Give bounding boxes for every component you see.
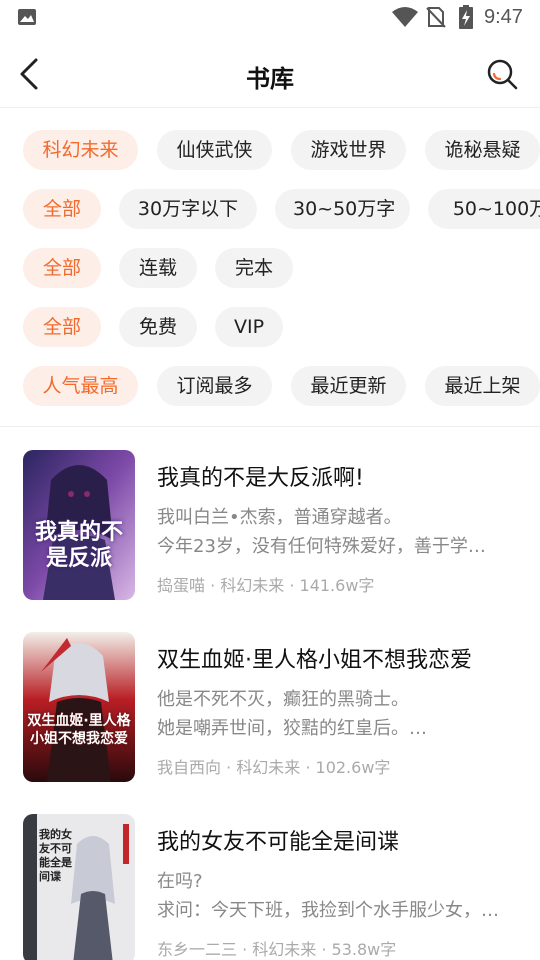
book-cover-title: 我真的不是反派 [34,520,123,571]
book-cover-art [23,632,135,782]
filter-chip-category-game[interactable]: 游戏世界 [291,130,406,170]
filter-chip-category-sci-fi[interactable]: 科幻未来 [23,130,138,170]
sort-chip-most-subscribed[interactable]: 订阅最多 [157,366,272,406]
book-cover[interactable]: 我的女友不可能全是间谍 [23,814,135,960]
filter-chip-category-mystery[interactable]: 诡秘悬疑 [425,130,540,170]
book-list-item[interactable]: 双生血姬·里人格小姐不想我恋爱 双生血姬·里人格小姐不想我恋爱 他是不死不灭，癫… [0,632,540,784]
book-meta: 我自西向 · 科幻未来 · 102.6w字 [157,758,391,777]
book-description-line: 今年23岁，没有任何特殊爱好，善于学… [157,536,486,557]
filter-chip-status-ongoing[interactable]: 连载 [119,248,197,288]
wifi-icon [392,7,418,27]
battery-charging-icon [459,5,473,29]
book-description-line: 他是不死不灭，癫狂的黑骑士。 [157,689,409,710]
book-list-item[interactable]: 我真的不是反派 我真的不是大反派啊! 我叫白兰•杰索，普通穿越者。 今年23岁，… [0,450,540,602]
status-bar: 9:47 [0,0,540,36]
filter-chip-words-under-300k[interactable]: 30万字以下 [119,189,257,229]
book-list-item[interactable]: 我的女友不可能全是间谍 我的女友不可能全是间谍 在吗? 求问：今天下班，我捡到个… [0,814,540,960]
book-description-line: 她是嘲弄世间，狡黠的红皇后。… [157,718,427,739]
sort-chip-popular[interactable]: 人气最高 [23,366,138,406]
filter-chip-status-completed[interactable]: 完本 [215,248,293,288]
book-cover-title: 双生血姬·里人格小姐不想我恋爱 [27,713,131,747]
gallery-icon [18,9,36,25]
filter-chip-price-vip[interactable]: VIP [215,307,283,347]
filter-chip-price-all[interactable]: 全部 [23,307,101,347]
book-cover-title: 我的女友不可能全是间谍 [39,828,72,883]
book-cover[interactable]: 我真的不是反派 [23,450,135,600]
section-divider [0,426,540,427]
book-description-line: 在吗? [157,871,203,892]
filter-chip-words-300k-500k[interactable]: 30~50万字 [275,189,410,229]
search-icon[interactable] [484,56,520,92]
book-description-line: 求问：今天下班，我捡到个水手服少女，… [157,900,499,921]
filter-chip-category-xianxia[interactable]: 仙侠武侠 [157,130,272,170]
book-title[interactable]: 我的女友不可能全是间谍 [157,824,399,856]
book-description-line: 我叫白兰•杰索，普通穿越者。 [157,507,402,528]
filter-panel: 科幻未来 仙侠武侠 游戏世界 诡秘悬疑 全部 30万字以下 30~50万字 50… [0,108,540,426]
filter-chip-status-all[interactable]: 全部 [23,248,101,288]
no-sim-icon [426,7,446,28]
top-navigation-bar: 书库 [0,36,540,108]
book-meta: 东乡一二三 · 科幻未来 · 53.8w字 [157,940,397,959]
filter-chip-words-all[interactable]: 全部 [23,189,101,229]
book-cover[interactable]: 双生血姬·里人格小姐不想我恋爱 [23,632,135,782]
book-title[interactable]: 我真的不是大反派啊! [157,460,364,492]
sort-chip-recently-updated[interactable]: 最近更新 [291,366,406,406]
filter-chip-words-500k-1m[interactable]: 50~100万 [428,189,540,229]
sort-chip-recently-listed[interactable]: 最近上架 [425,366,540,406]
page-title: 书库 [246,65,294,93]
clock-time: 9:47 [484,6,523,28]
book-meta: 捣蛋喵 · 科幻未来 · 141.6w字 [157,576,375,595]
book-title[interactable]: 双生血姬·里人格小姐不想我恋爱 [157,642,472,674]
filter-chip-price-free[interactable]: 免费 [119,307,197,347]
